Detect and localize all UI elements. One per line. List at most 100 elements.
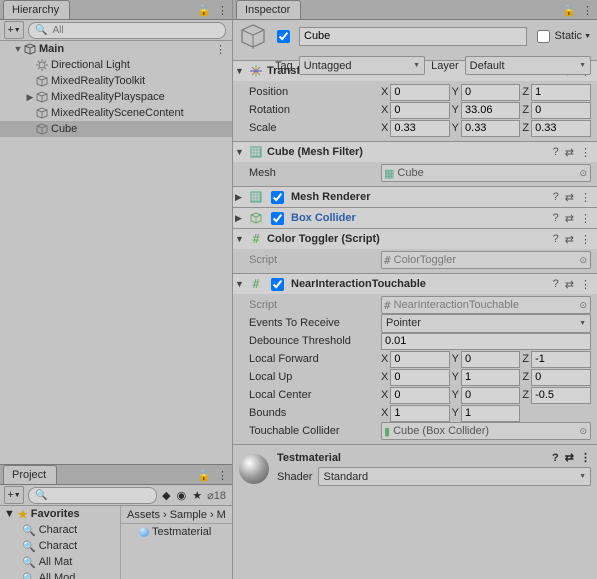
- star-icon[interactable]: ★: [192, 489, 202, 502]
- object-picker-icon[interactable]: ⊙: [579, 168, 587, 179]
- tree-item[interactable]: ▶MixedRealityPlayspace: [0, 89, 232, 105]
- forward-y[interactable]: [461, 351, 520, 368]
- tab-project[interactable]: Project: [3, 465, 57, 484]
- object-picker-icon[interactable]: ⊙: [579, 255, 587, 266]
- kebab-icon[interactable]: ⋮: [580, 451, 591, 464]
- static-toggle[interactable]: Static▼: [533, 27, 591, 46]
- visibility-icon[interactable]: ⌀18: [207, 489, 226, 502]
- position-x[interactable]: [390, 84, 449, 101]
- preset-icon[interactable]: ⇄: [565, 233, 574, 246]
- crumb-item[interactable]: M: [217, 509, 226, 521]
- favorite-item[interactable]: 🔍All Mat: [0, 554, 120, 570]
- kebab-icon[interactable]: ⋮: [217, 469, 228, 482]
- preset-icon[interactable]: ⇄: [565, 278, 574, 291]
- help-icon[interactable]: ?: [552, 452, 559, 464]
- layer-dropdown[interactable]: Default: [465, 56, 591, 75]
- kebab-icon[interactable]: ⋮: [217, 4, 228, 17]
- gameobject-name-field[interactable]: [299, 27, 527, 46]
- go-icon: [239, 22, 267, 50]
- tag-dropdown[interactable]: Untagged: [299, 56, 425, 75]
- up-y[interactable]: [461, 369, 520, 386]
- help-icon[interactable]: ?: [553, 278, 559, 291]
- help-icon[interactable]: ?: [553, 191, 559, 204]
- foldout-icon[interactable]: ▶: [24, 92, 36, 103]
- rotation-y[interactable]: [461, 102, 520, 119]
- search-input[interactable]: [47, 489, 142, 502]
- foldout-icon[interactable]: ▼: [235, 279, 245, 289]
- rotation-z[interactable]: [531, 102, 591, 119]
- position-z[interactable]: [531, 84, 591, 101]
- tab-inspector[interactable]: Inspector: [236, 0, 301, 19]
- enabled-checkbox[interactable]: [271, 191, 284, 204]
- enabled-checkbox[interactable]: [271, 212, 284, 225]
- debounce-field[interactable]: [381, 333, 591, 350]
- kebab-icon[interactable]: ⋮: [215, 43, 232, 56]
- preset-icon[interactable]: ⇄: [565, 146, 574, 159]
- rotation-x[interactable]: [390, 102, 449, 119]
- foldout-icon[interactable]: ▶: [235, 213, 245, 224]
- kebab-icon[interactable]: ⋮: [580, 191, 591, 204]
- favorites-header[interactable]: ▼★Favorites: [0, 506, 120, 522]
- create-button[interactable]: +▼: [4, 486, 24, 504]
- project-search[interactable]: 🔍: [28, 487, 157, 504]
- foldout-icon[interactable]: ▶: [235, 192, 245, 203]
- kebab-icon[interactable]: ⋮: [580, 212, 591, 225]
- forward-x[interactable]: [390, 351, 449, 368]
- help-icon[interactable]: ?: [553, 146, 559, 159]
- crumb-item[interactable]: Assets: [127, 509, 160, 521]
- foldout-icon[interactable]: ▼: [235, 147, 245, 157]
- scale-z[interactable]: [531, 120, 591, 137]
- kebab-icon[interactable]: ⋮: [582, 4, 593, 17]
- shader-dropdown[interactable]: Standard: [318, 467, 591, 486]
- bounds-y[interactable]: [461, 405, 520, 422]
- enabled-checkbox[interactable]: [271, 278, 284, 291]
- crumb-item[interactable]: Sample: [170, 509, 207, 521]
- tab-hierarchy[interactable]: Hierarchy: [3, 0, 70, 19]
- create-button[interactable]: +▼: [4, 21, 24, 39]
- hierarchy-search[interactable]: 🔍: [28, 22, 226, 39]
- mesh-field[interactable]: ▦Cube⊙: [381, 164, 591, 182]
- foldout-icon[interactable]: ▼: [12, 44, 24, 54]
- up-z[interactable]: [531, 369, 591, 386]
- kebab-icon[interactable]: ⋮: [580, 278, 591, 291]
- foldout-icon[interactable]: ▼: [235, 66, 245, 76]
- tree-item[interactable]: MixedRealityToolkit: [0, 73, 232, 89]
- asset-item[interactable]: Testmaterial: [121, 524, 232, 540]
- center-x[interactable]: [390, 387, 449, 404]
- lock-icon[interactable]: 🔒: [562, 4, 576, 17]
- center-z[interactable]: [531, 387, 591, 404]
- favorite-item[interactable]: 🔍Charact: [0, 522, 120, 538]
- object-picker-icon[interactable]: ⊙: [579, 300, 587, 311]
- enabled-checkbox[interactable]: [277, 30, 290, 43]
- kebab-icon[interactable]: ⋮: [580, 233, 591, 246]
- lock-icon[interactable]: 🔒: [197, 469, 211, 482]
- filter-icon[interactable]: ◆: [162, 489, 170, 502]
- scene-row[interactable]: ▼ Main ⋮: [0, 41, 232, 57]
- kebab-icon[interactable]: ⋮: [580, 146, 591, 159]
- favorite-item[interactable]: 🔍All Mod: [0, 570, 120, 579]
- help-icon[interactable]: ?: [553, 212, 559, 225]
- scale-y[interactable]: [461, 120, 520, 137]
- tree-item[interactable]: MixedRealitySceneContent: [0, 105, 232, 121]
- foldout-icon[interactable]: ▼: [235, 234, 245, 244]
- position-y[interactable]: [461, 84, 520, 101]
- forward-z[interactable]: [531, 351, 591, 368]
- preset-icon[interactable]: ⇄: [565, 451, 574, 464]
- center-y[interactable]: [461, 387, 520, 404]
- search-icon: 🔍: [22, 524, 36, 537]
- scale-x[interactable]: [390, 120, 449, 137]
- favorite-item[interactable]: 🔍Charact: [0, 538, 120, 554]
- preset-icon[interactable]: ⇄: [565, 191, 574, 204]
- help-icon[interactable]: ?: [553, 233, 559, 246]
- object-picker-icon[interactable]: ⊙: [579, 426, 587, 437]
- tree-item-selected[interactable]: Cube: [0, 121, 232, 137]
- tree-item[interactable]: Directional Light: [0, 57, 232, 73]
- search-input[interactable]: [50, 24, 211, 37]
- collider-field[interactable]: ▮Cube (Box Collider)⊙: [381, 422, 591, 440]
- events-dropdown[interactable]: Pointer: [381, 314, 591, 333]
- preset-icon[interactable]: ⇄: [565, 212, 574, 225]
- filter-icon[interactable]: ◉: [177, 489, 187, 502]
- bounds-x[interactable]: [390, 405, 449, 422]
- up-x[interactable]: [390, 369, 449, 386]
- lock-icon[interactable]: 🔒: [197, 4, 211, 17]
